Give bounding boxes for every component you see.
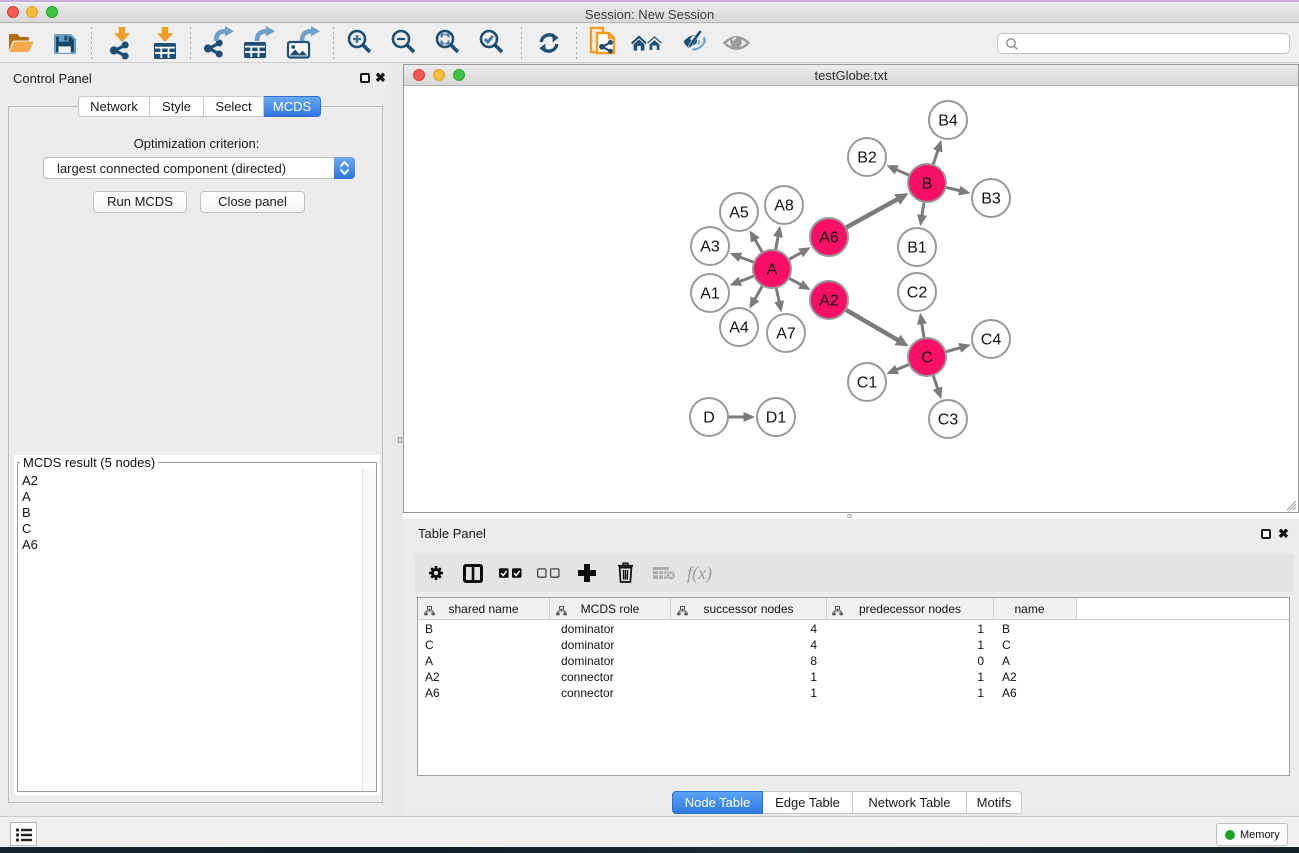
svg-text:f(x): f(x) [687, 563, 712, 584]
svg-text:C3: C3 [938, 412, 959, 429]
svg-text:D: D [703, 410, 715, 427]
svg-text:A3: A3 [700, 239, 720, 256]
svg-text:B4: B4 [938, 113, 958, 130]
svg-text:A4: A4 [729, 320, 749, 337]
svg-text:C1: C1 [857, 375, 878, 392]
svg-text:B: B [922, 176, 933, 193]
svg-text:B1: B1 [907, 240, 927, 257]
svg-text:A5: A5 [729, 205, 749, 222]
svg-text:A7: A7 [776, 326, 796, 343]
svg-text:A1: A1 [700, 286, 720, 303]
svg-text:C2: C2 [907, 285, 928, 302]
svg-text:C: C [921, 350, 933, 367]
svg-text:D1: D1 [766, 410, 787, 427]
svg-text:C4: C4 [981, 332, 1002, 349]
svg-text:B3: B3 [981, 191, 1001, 208]
svg-text:A8: A8 [774, 198, 794, 215]
svg-text:A: A [767, 262, 778, 279]
svg-text:A2: A2 [819, 293, 839, 310]
svg-text:A6: A6 [819, 230, 839, 247]
svg-text:B2: B2 [857, 150, 877, 167]
